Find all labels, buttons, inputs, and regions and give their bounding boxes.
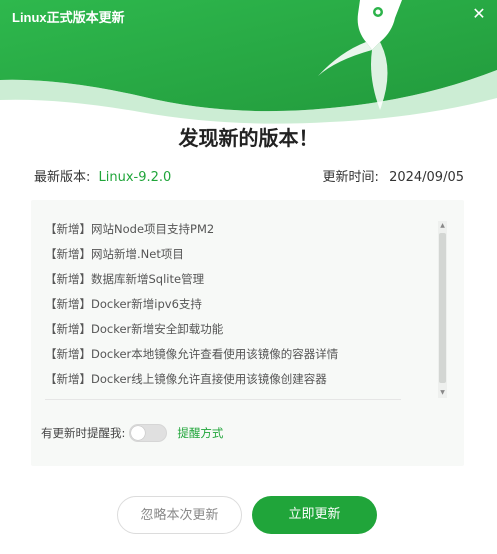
update-time: 更新时间: 2024/09/05: [323, 166, 464, 185]
divider: [45, 399, 401, 400]
changelog-scrollbar[interactable]: ▲ ▼: [438, 221, 447, 398]
latest-version: 最新版本: Linux-9.2.0: [34, 166, 171, 185]
scroll-down-icon[interactable]: ▼: [438, 388, 447, 398]
list-item: 【新增】数据库新增Sqlite管理: [45, 272, 205, 286]
changelog-list[interactable]: 【新增】网站Node项目支持PM2 【新增】网站新增.Net项目 【新增】数据库…: [45, 221, 435, 396]
changelog-panel: 【新增】网站Node项目支持PM2 【新增】网站新增.Net项目 【新增】数据库…: [31, 200, 464, 466]
version-info-row: 最新版本: Linux-9.2.0 更新时间: 2024/09/05: [34, 166, 464, 185]
reminder-method-link[interactable]: 提醒方式: [177, 425, 223, 441]
update-now-button[interactable]: 立即更新: [252, 496, 377, 534]
ignore-update-button[interactable]: 忽略本次更新: [117, 496, 242, 534]
reminder-row: 有更新时提醒我: 提醒方式: [41, 422, 223, 444]
page-title: 发现新的版本！: [178, 126, 319, 150]
time-label: 更新时间:: [322, 170, 379, 185]
time-value: 2024/09/05: [389, 170, 464, 185]
list-item: 【新增】Docker本地镜像允许查看使用该镜像的容器详情: [45, 347, 339, 361]
toggle-knob: [131, 426, 146, 440]
scroll-up-icon[interactable]: ▲: [438, 221, 447, 231]
list-item: 【新增】Docker新增ipv6支持: [45, 297, 202, 311]
list-item: 【新增】Docker线上镜像允许直接使用该镜像创建容器: [45, 372, 327, 386]
reminder-toggle[interactable]: [129, 424, 168, 442]
scroll-thumb[interactable]: [439, 233, 446, 383]
version-value: Linux-9.2.0: [98, 170, 172, 185]
window-title: Linux正式版本更新: [12, 10, 125, 25]
version-label: 最新版本:: [34, 170, 91, 185]
dialog-header: Linux正式版本更新 ✕: [0, 0, 497, 125]
list-item: 【新增】Docker新增安全卸载功能: [45, 322, 224, 336]
list-item: 【新增】网站Node项目支持PM2: [45, 222, 215, 236]
list-item: 【新增】网站新增.Net项目: [45, 247, 184, 261]
reminder-label: 有更新时提醒我:: [41, 426, 126, 440]
close-icon[interactable]: ✕: [469, 4, 489, 24]
